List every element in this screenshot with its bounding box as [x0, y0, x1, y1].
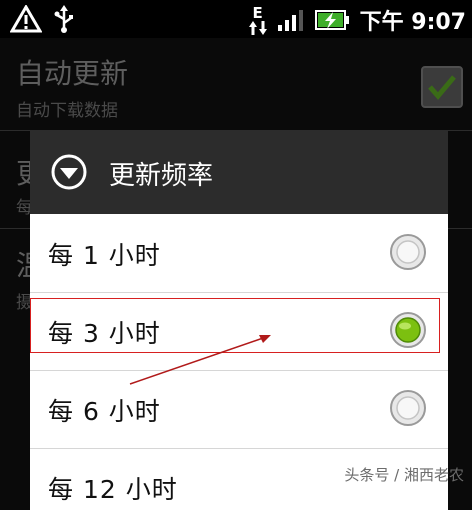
watermark: 头条号 / 湘西老农	[344, 466, 464, 484]
annotation-arrow	[129, 335, 271, 385]
